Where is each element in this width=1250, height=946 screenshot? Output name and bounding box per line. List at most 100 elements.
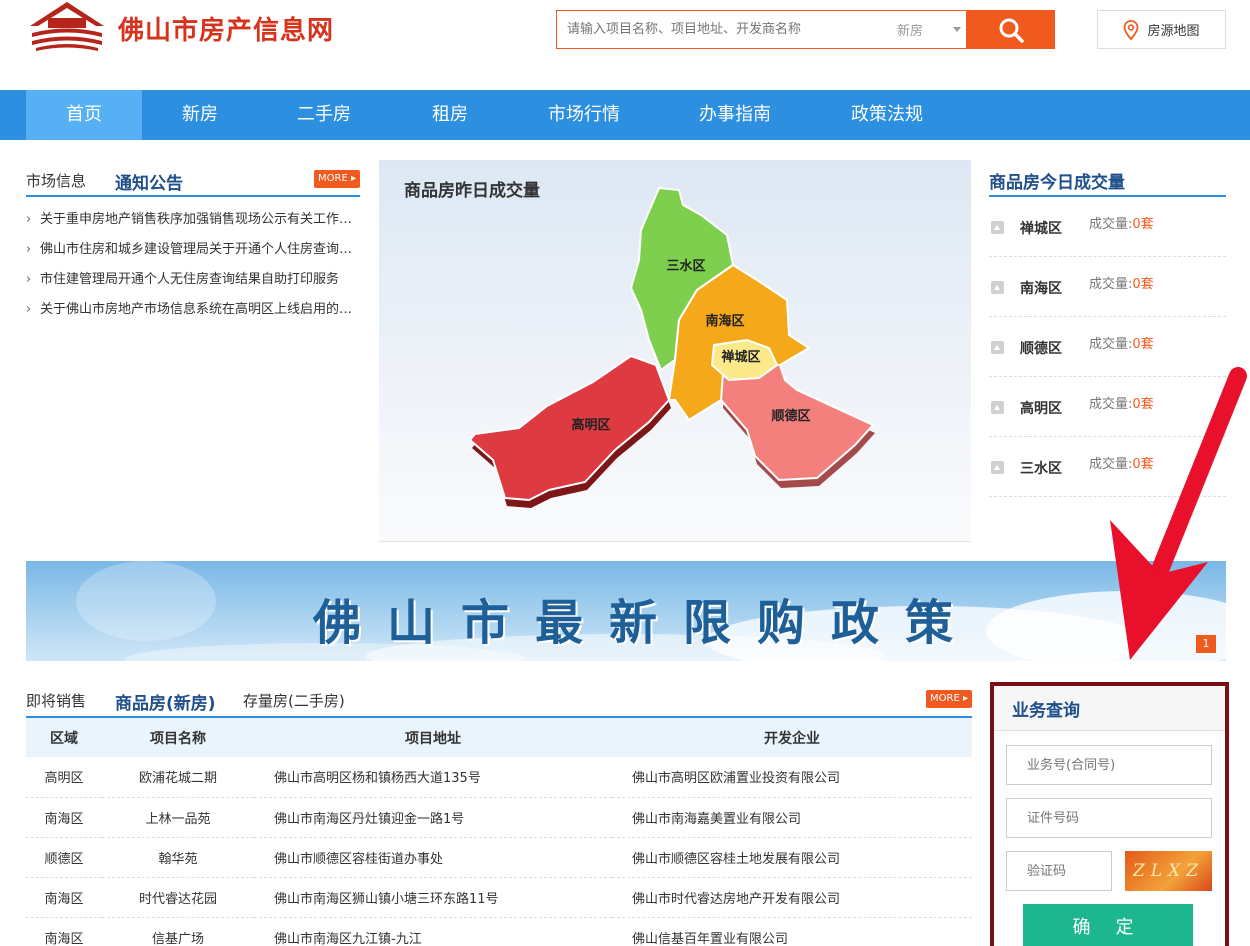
today-deals-title: 商品房今日成交量: [989, 160, 1226, 197]
map-label-nanhai: 南海区: [705, 313, 744, 329]
banner-page-indicator[interactable]: 1: [1196, 635, 1216, 653]
column-header: 区域: [26, 718, 102, 757]
tab-announcements[interactable]: 通知公告: [115, 169, 183, 194]
table-row[interactable]: 南海区 上林一品苑 佛山市南海区丹灶镇迎金一路1号 佛山市南海嘉美置业有限公司: [26, 797, 972, 838]
more-label: MORE: [318, 173, 348, 184]
banner-title: 佛山市最新限购政策: [312, 595, 979, 651]
id-number-input[interactable]: [1006, 798, 1212, 838]
cell-district: 南海区: [26, 917, 102, 946]
cell-developer: 佛山市高明区欧浦置业投资有限公司: [612, 757, 972, 798]
deal-district: 高明区: [1020, 401, 1062, 417]
today-deals-panel: 商品房今日成交量 禅城区 成交量:0套 南海区 成交量:0套 顺德区 成交量:0…: [989, 160, 1226, 497]
sales-tabs: 即将销售 商品房(新房) 存量房(二手房) MORE ▸: [26, 680, 972, 718]
cell-district: 南海区: [26, 797, 102, 838]
notice-item[interactable]: 佛山市住房和城乡建设管理局关于开通个人住房查询结果自助打印服务的通告: [26, 235, 360, 265]
arrow-up-icon: [991, 221, 1004, 234]
map-label-shunde: 顺德区: [771, 408, 810, 424]
nav-item-policy[interactable]: 政策法规: [829, 90, 945, 140]
captcha-input[interactable]: [1006, 851, 1112, 891]
arrow-up-icon: [991, 281, 1004, 294]
search-icon: [999, 18, 1024, 43]
location-pin-icon: [1124, 19, 1139, 40]
sales-table: 区域 项目名称 项目地址 开发企业 高明区 欧浦花城二期 佛山市高明区杨和镇杨西…: [26, 718, 972, 946]
cell-developer: 佛山市时代睿达房地产开发有限公司: [612, 877, 972, 918]
sales-more-button[interactable]: MORE ▸: [926, 690, 972, 708]
notice-item[interactable]: 市住建管理局开通个人无住房查询结果自助打印服务: [26, 265, 360, 295]
notice-item[interactable]: 关于重申房地产销售秩序加强销售现场公示有关工作的通知: [26, 205, 360, 235]
table-header-row: 区域 项目名称 项目地址 开发企业: [26, 718, 972, 757]
deal-count: 成交量:0套: [1089, 213, 1154, 232]
notice-more-button[interactable]: MORE ▸: [314, 170, 360, 188]
cell-project[interactable]: 上林一品苑: [102, 797, 254, 838]
today-deal-row[interactable]: 三水区 成交量:0套: [989, 437, 1226, 497]
tab-market-info[interactable]: 市场信息: [26, 170, 86, 191]
business-query-panel: 业务查询 ZLXZ 确 定: [990, 682, 1229, 946]
notice-tabs: 市场信息 通知公告 MORE ▸: [26, 160, 360, 197]
nav-item-second-hand[interactable]: 二手房: [266, 90, 382, 140]
today-deal-row[interactable]: 禅城区 成交量:0套: [989, 197, 1226, 257]
deal-district: 顺德区: [1020, 341, 1062, 357]
deal-district: 禅城区: [1020, 221, 1062, 237]
yesterday-deals-map-panel: 商品房昨日成交量 三水区 南海区 禅城区 高明区 顺德区: [379, 160, 971, 542]
notice-list: 关于重申房地产销售秩序加强销售现场公示有关工作的通知 佛山市住房和城乡建设管理局…: [26, 205, 360, 325]
cell-address: 佛山市顺德区容桂街道办事处: [254, 837, 612, 878]
today-deal-row[interactable]: 南海区 成交量:0套: [989, 257, 1226, 317]
deal-label: 成交量:: [1089, 337, 1133, 352]
site-logo[interactable]: 佛山市房产信息网: [26, 0, 333, 52]
nav-item-market[interactable]: 市场行情: [526, 90, 642, 140]
column-header: 开发企业: [612, 718, 972, 757]
tab-second-hand[interactable]: 存量房(二手房): [243, 690, 345, 711]
search-box: 新房: [556, 10, 966, 49]
cell-district: 高明区: [26, 757, 102, 798]
arrow-up-icon: [991, 401, 1004, 414]
site-name: 佛山市房产信息网: [118, 16, 335, 46]
captcha-image[interactable]: ZLXZ: [1125, 851, 1212, 891]
contract-number-input[interactable]: [1006, 745, 1212, 785]
deal-label: 成交量:: [1089, 397, 1133, 412]
district-gaoming[interactable]: [468, 354, 671, 502]
nav-item-new-homes[interactable]: 新房: [142, 90, 258, 140]
notice-item[interactable]: 关于佛山市房地产市场信息系统在高明区上线启用的通告: [26, 295, 360, 325]
cell-developer: 佛山市南海嘉美置业有限公司: [612, 797, 972, 838]
tab-upcoming[interactable]: 即将销售: [26, 690, 86, 711]
tab-new-homes[interactable]: 商品房(新房): [115, 689, 216, 714]
house-map-button[interactable]: 房源地图: [1097, 10, 1226, 49]
main-nav: 首页 新房 二手房 租房 市场行情 办事指南 政策法规: [0, 90, 1250, 140]
today-deal-row[interactable]: 顺德区 成交量:0套: [989, 317, 1226, 377]
cell-developer: 佛山市顺德区容桂土地发展有限公司: [612, 837, 972, 878]
search-button[interactable]: [966, 10, 1055, 49]
today-deal-row[interactable]: 高明区 成交量:0套: [989, 377, 1226, 437]
column-header: 项目地址: [254, 718, 612, 757]
policy-banner[interactable]: 佛山市最新限购政策 1: [26, 561, 1226, 661]
table-row[interactable]: 南海区 信基广场 佛山市南海区九江镇-九江 佛山信基百年置业有限公司: [26, 917, 972, 946]
cell-project[interactable]: 翰华苑: [102, 837, 254, 878]
deal-label: 成交量:: [1089, 457, 1133, 472]
map-label-gaoming: 高明区: [571, 417, 610, 433]
deal-district: 南海区: [1020, 281, 1062, 297]
cell-project[interactable]: 时代睿达花园: [102, 877, 254, 918]
column-header: 项目名称: [102, 718, 254, 757]
search-input[interactable]: [557, 11, 887, 48]
query-title: 业务查询: [994, 686, 1225, 731]
table-row[interactable]: 顺德区 翰华苑 佛山市顺德区容桂街道办事处 佛山市顺德区容桂土地发展有限公司: [26, 837, 972, 878]
chevron-down-icon[interactable]: [953, 27, 961, 32]
nav-item-guide[interactable]: 办事指南: [677, 90, 793, 140]
cell-project[interactable]: 信基广场: [102, 917, 254, 946]
map-label-sanshui: 三水区: [666, 258, 705, 274]
cell-district: 顺德区: [26, 837, 102, 878]
table-row[interactable]: 高明区 欧浦花城二期 佛山市高明区杨和镇杨西大道135号 佛山市高明区欧浦置业投…: [26, 757, 972, 798]
deal-value: 0套: [1132, 397, 1154, 412]
table-row[interactable]: 南海区 时代睿达花园 佛山市南海区狮山镇小塘三环东路11号 佛山市时代睿达房地产…: [26, 877, 972, 918]
deal-value: 0套: [1132, 337, 1154, 352]
cell-address: 佛山市南海区狮山镇小塘三环东路11号: [254, 877, 612, 918]
search-type-select[interactable]: 新房: [897, 20, 923, 39]
deal-value: 0套: [1132, 277, 1154, 292]
deal-value: 0套: [1132, 457, 1154, 472]
foshan-district-map: 三水区 南海区 禅城区 高明区 顺德区: [468, 186, 875, 508]
nav-item-home[interactable]: 首页: [26, 90, 142, 140]
cell-project[interactable]: 欧浦花城二期: [102, 757, 254, 798]
query-submit-button[interactable]: 确 定: [1023, 904, 1193, 946]
cell-address: 佛山市高明区杨和镇杨西大道135号: [254, 757, 612, 798]
nav-item-rent[interactable]: 租房: [392, 90, 508, 140]
deal-count: 成交量:0套: [1089, 453, 1154, 472]
